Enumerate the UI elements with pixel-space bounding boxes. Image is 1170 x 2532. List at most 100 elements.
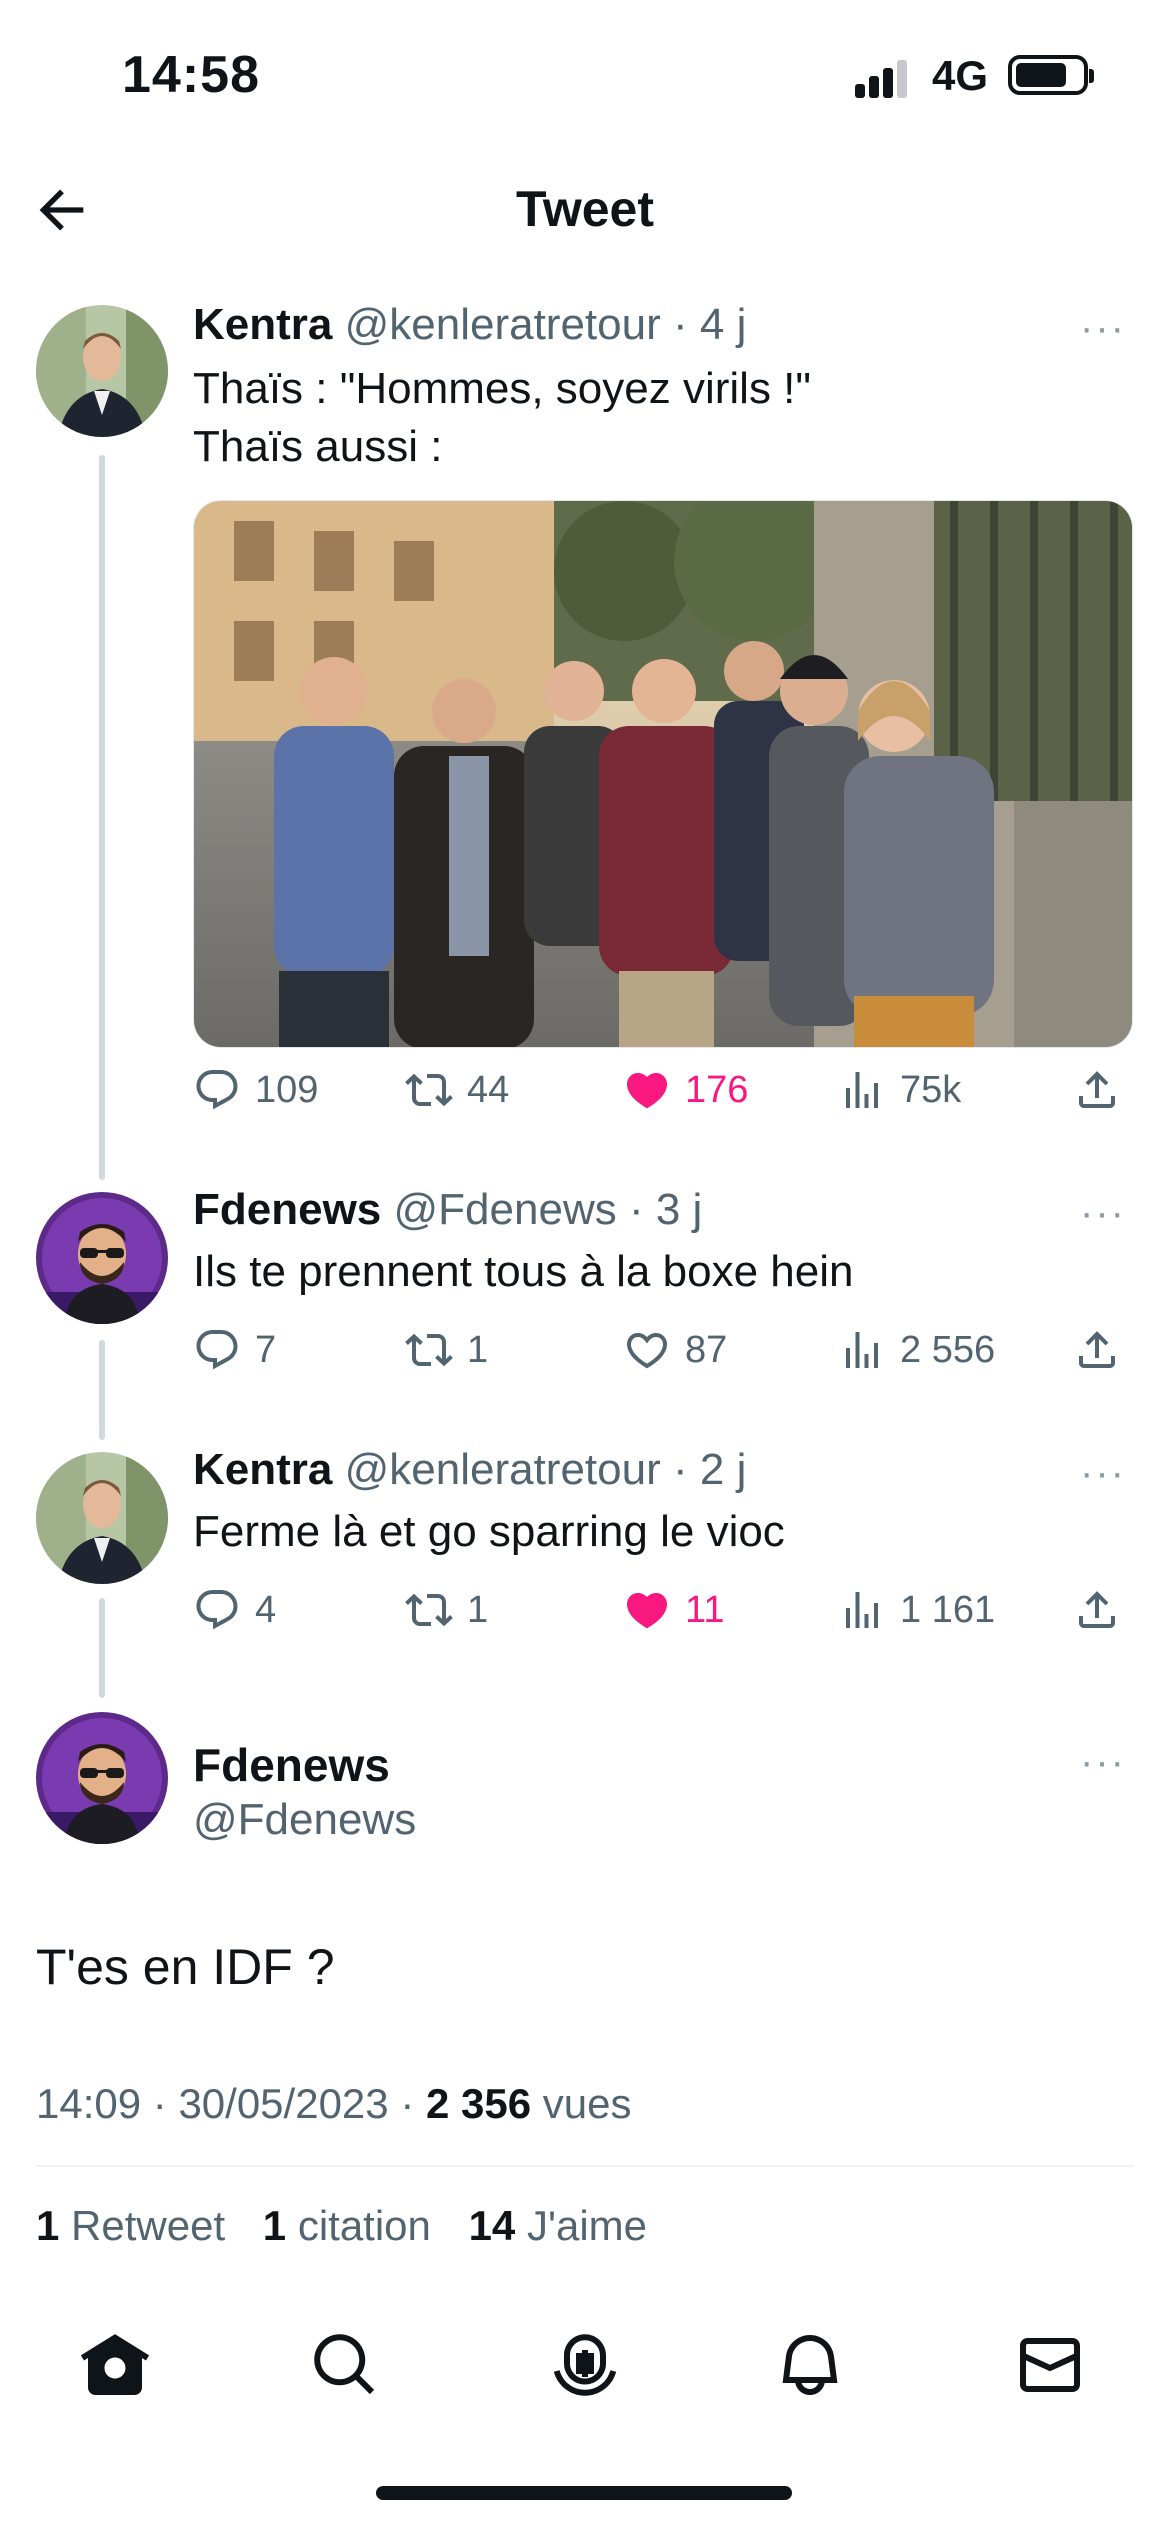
heart-filled-icon	[626, 1073, 668, 1109]
retweet-count: 1	[467, 1588, 489, 1631]
more-icon[interactable]: ···	[1080, 306, 1126, 351]
like-button[interactable]: 87	[623, 1320, 727, 1380]
retweet-button[interactable]: 44	[405, 1060, 509, 1120]
home-indicator[interactable]	[376, 2486, 792, 2500]
likes-stat[interactable]: 14 J'aime	[469, 2202, 647, 2249]
tab-messages[interactable]	[1010, 2325, 1090, 2405]
share-icon	[1079, 1591, 1115, 1628]
tweet-actions: 7 1 87 2 556	[193, 1320, 1153, 1380]
page-title: Tweet	[516, 181, 654, 237]
notifications-icon	[782, 2335, 838, 2395]
author-handle[interactable]: @kenleratretour	[345, 1445, 661, 1494]
reply-button[interactable]: 7	[193, 1320, 276, 1380]
views-button[interactable]: 2 556	[838, 1320, 995, 1380]
tab-notifications[interactable]	[770, 2325, 850, 2405]
author-name[interactable]: Kentra	[193, 300, 332, 349]
like-count: 87	[685, 1328, 728, 1371]
likes-label: J'aime	[526, 2202, 648, 2249]
thread-connector	[99, 1340, 105, 1440]
reply-count: 7	[255, 1328, 277, 1371]
like-count: 11	[685, 1588, 725, 1631]
reply-icon	[196, 1070, 238, 1110]
thread-connector	[99, 455, 105, 1180]
author-handle[interactable]: @Fdenews	[394, 1185, 617, 1234]
quotes-stat[interactable]: 1 citation	[263, 2202, 431, 2249]
author-name[interactable]: Fdenews	[193, 1738, 390, 1792]
tweet-header: Fdenews @Fdenews · 3 j	[193, 1185, 702, 1235]
home-icon	[80, 2334, 150, 2395]
views-label: vues	[542, 2080, 632, 2127]
author-name[interactable]: Kentra	[193, 1445, 332, 1494]
share-button[interactable]	[1073, 1060, 1135, 1120]
retweets-stat[interactable]: 1 Retweet	[36, 2202, 225, 2249]
tab-home[interactable]	[75, 2325, 155, 2405]
tweet-photo[interactable]	[193, 500, 1133, 1048]
search-icon	[314, 2334, 375, 2395]
tweet-meta: 14:09 · 30/05/2023 · 2 356 vues	[36, 2080, 632, 2127]
reply-button[interactable]: 109	[193, 1060, 318, 1120]
tab-spaces[interactable]	[545, 2325, 625, 2405]
tweet-header: Kentra @kenleratretour · 2 j	[193, 1445, 746, 1495]
views-count: 1 161	[900, 1588, 996, 1631]
tab-bar	[0, 2300, 1170, 2440]
share-button[interactable]	[1073, 1580, 1135, 1640]
tweet-header: Kentra @kenleratretour · 4 j	[193, 300, 746, 350]
tweet-text: Thaïs : "Hommes, soyez virils !" Thaïs a…	[193, 360, 811, 476]
status-bar: 14:58 4G	[0, 0, 1170, 150]
views-button[interactable]: 75k	[838, 1060, 961, 1120]
share-button[interactable]	[1073, 1320, 1135, 1380]
tweet-time: · 2 j	[673, 1445, 747, 1494]
header: Tweet	[0, 150, 1170, 270]
author-handle[interactable]: @kenleratretour	[345, 300, 661, 349]
tweet-actions: 109 44 176 75k	[193, 1060, 1153, 1120]
author-name[interactable]: Fdenews	[193, 1185, 381, 1234]
views-icon	[846, 1592, 878, 1628]
tweet-text-line: Thaïs : "Hommes, soyez virils !"	[193, 364, 812, 413]
retweets-label: Retweet	[71, 2202, 226, 2249]
tweet-time: · 4 j	[673, 300, 747, 349]
tweet-time: 14:09	[36, 2080, 142, 2127]
retweet-button[interactable]: 1	[405, 1320, 488, 1380]
messages-icon	[1019, 2338, 1080, 2392]
views-button[interactable]: 1 161	[838, 1580, 995, 1640]
retweets-count: 1	[36, 2202, 60, 2249]
thread-connector	[99, 1598, 105, 1698]
retweet-button[interactable]: 1	[405, 1580, 488, 1640]
share-icon	[1079, 1071, 1115, 1108]
tweet-text-line: Thaïs aussi :	[193, 422, 443, 471]
heart-filled-icon	[626, 1593, 668, 1629]
reply-button[interactable]: 4	[193, 1580, 276, 1640]
battery-icon	[1008, 55, 1094, 95]
tweet-text-line: Ferme là et go sparring le vioc	[193, 1507, 785, 1556]
status-time: 14:58	[122, 46, 260, 104]
tweet-text-line: Ils te prennent tous à la boxe hein	[193, 1247, 854, 1296]
like-button[interactable]: 11	[623, 1580, 724, 1640]
spaces-icon	[553, 2334, 617, 2396]
author-handle[interactable]: @Fdenews	[193, 1795, 416, 1845]
like-button[interactable]: 176	[623, 1060, 748, 1120]
avatar[interactable]	[36, 1452, 168, 1584]
heart-outline-icon	[626, 1333, 668, 1369]
retweet-icon	[405, 1073, 453, 1107]
retweet-count: 1	[467, 1328, 489, 1371]
tweet-text: Ils te prennent tous à la boxe hein	[193, 1243, 853, 1301]
avatar[interactable]	[36, 305, 168, 437]
avatar[interactable]	[36, 1712, 168, 1844]
likes-count: 14	[468, 2202, 516, 2249]
views-icon	[846, 1072, 878, 1108]
tweet-text: T'es en IDF ?	[36, 1939, 335, 1995]
divider	[36, 2165, 1134, 2167]
views-count: 2 356	[425, 2080, 532, 2127]
avatar[interactable]	[36, 1192, 168, 1324]
more-icon[interactable]: ···	[1080, 1191, 1126, 1236]
network-type: 4G	[932, 52, 989, 99]
retweet-count: 44	[467, 1068, 510, 1111]
reply-count: 109	[255, 1068, 319, 1111]
signal-icon	[855, 58, 915, 98]
views-count: 75k	[900, 1068, 962, 1111]
tab-search[interactable]	[305, 2325, 385, 2405]
quotes-count: 1	[262, 2202, 287, 2249]
more-icon[interactable]: ···	[1080, 1451, 1126, 1496]
more-icon[interactable]: ···	[1080, 1740, 1126, 1785]
quotes-label: citation	[297, 2202, 431, 2249]
